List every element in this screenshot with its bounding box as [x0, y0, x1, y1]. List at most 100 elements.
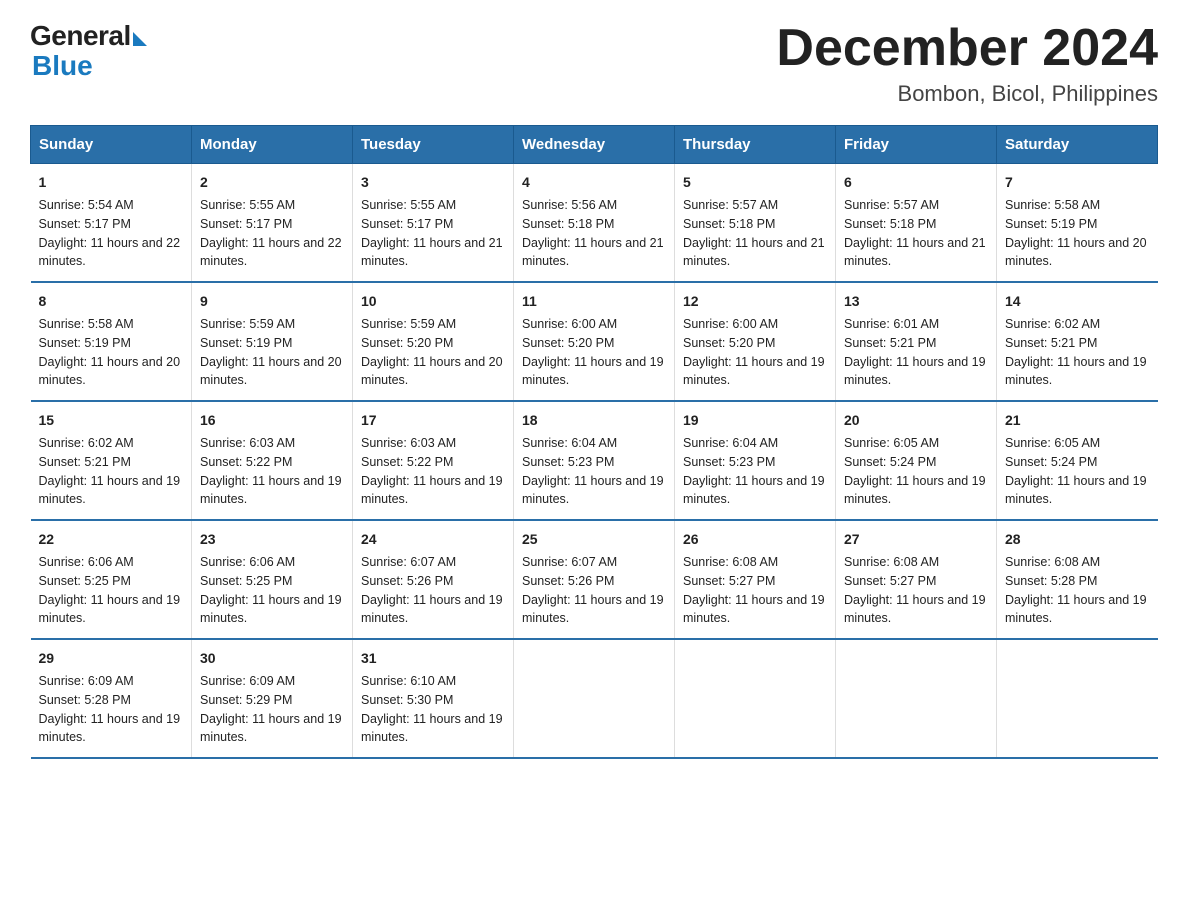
day-info: Sunrise: 5:58 AMSunset: 5:19 PMDaylight:…: [1005, 198, 1147, 268]
day-info: Sunrise: 6:10 AMSunset: 5:30 PMDaylight:…: [361, 674, 503, 744]
calendar-cell: 13 Sunrise: 6:01 AMSunset: 5:21 PMDaylig…: [836, 282, 997, 401]
calendar-week-5: 29 Sunrise: 6:09 AMSunset: 5:28 PMDaylig…: [31, 639, 1158, 758]
calendar-cell: 20 Sunrise: 6:05 AMSunset: 5:24 PMDaylig…: [836, 401, 997, 520]
day-number: 11: [522, 291, 666, 312]
calendar-cell: 30 Sunrise: 6:09 AMSunset: 5:29 PMDaylig…: [192, 639, 353, 758]
day-number: 28: [1005, 529, 1150, 550]
calendar-cell: [836, 639, 997, 758]
day-info: Sunrise: 6:01 AMSunset: 5:21 PMDaylight:…: [844, 317, 986, 387]
day-info: Sunrise: 6:02 AMSunset: 5:21 PMDaylight:…: [39, 436, 181, 506]
calendar-cell: 12 Sunrise: 6:00 AMSunset: 5:20 PMDaylig…: [675, 282, 836, 401]
calendar-cell: 23 Sunrise: 6:06 AMSunset: 5:25 PMDaylig…: [192, 520, 353, 639]
calendar-cell: 17 Sunrise: 6:03 AMSunset: 5:22 PMDaylig…: [353, 401, 514, 520]
day-info: Sunrise: 6:04 AMSunset: 5:23 PMDaylight:…: [522, 436, 664, 506]
header-friday: Friday: [836, 126, 997, 164]
day-number: 4: [522, 172, 666, 193]
day-info: Sunrise: 6:05 AMSunset: 5:24 PMDaylight:…: [1005, 436, 1147, 506]
header-thursday: Thursday: [675, 126, 836, 164]
calendar-week-2: 8 Sunrise: 5:58 AMSunset: 5:19 PMDayligh…: [31, 282, 1158, 401]
calendar-cell: 7 Sunrise: 5:58 AMSunset: 5:19 PMDayligh…: [997, 164, 1158, 283]
calendar-cell: 2 Sunrise: 5:55 AMSunset: 5:17 PMDayligh…: [192, 164, 353, 283]
calendar-cell: 27 Sunrise: 6:08 AMSunset: 5:27 PMDaylig…: [836, 520, 997, 639]
calendar-cell: [514, 639, 675, 758]
calendar-cell: 11 Sunrise: 6:00 AMSunset: 5:20 PMDaylig…: [514, 282, 675, 401]
calendar-cell: 25 Sunrise: 6:07 AMSunset: 5:26 PMDaylig…: [514, 520, 675, 639]
calendar-cell: [675, 639, 836, 758]
day-info: Sunrise: 5:54 AMSunset: 5:17 PMDaylight:…: [39, 198, 181, 268]
day-number: 19: [683, 410, 827, 431]
day-info: Sunrise: 6:08 AMSunset: 5:27 PMDaylight:…: [844, 555, 986, 625]
calendar-cell: 21 Sunrise: 6:05 AMSunset: 5:24 PMDaylig…: [997, 401, 1158, 520]
day-number: 13: [844, 291, 988, 312]
calendar-cell: 10 Sunrise: 5:59 AMSunset: 5:20 PMDaylig…: [353, 282, 514, 401]
header-tuesday: Tuesday: [353, 126, 514, 164]
calendar-week-1: 1 Sunrise: 5:54 AMSunset: 5:17 PMDayligh…: [31, 164, 1158, 283]
calendar-week-4: 22 Sunrise: 6:06 AMSunset: 5:25 PMDaylig…: [31, 520, 1158, 639]
day-info: Sunrise: 6:00 AMSunset: 5:20 PMDaylight:…: [683, 317, 825, 387]
day-info: Sunrise: 5:58 AMSunset: 5:19 PMDaylight:…: [39, 317, 181, 387]
day-number: 27: [844, 529, 988, 550]
day-info: Sunrise: 6:06 AMSunset: 5:25 PMDaylight:…: [200, 555, 342, 625]
calendar-week-3: 15 Sunrise: 6:02 AMSunset: 5:21 PMDaylig…: [31, 401, 1158, 520]
day-info: Sunrise: 6:04 AMSunset: 5:23 PMDaylight:…: [683, 436, 825, 506]
calendar-cell: 9 Sunrise: 5:59 AMSunset: 5:19 PMDayligh…: [192, 282, 353, 401]
day-number: 30: [200, 648, 344, 669]
day-info: Sunrise: 5:56 AMSunset: 5:18 PMDaylight:…: [522, 198, 664, 268]
calendar-cell: 14 Sunrise: 6:02 AMSunset: 5:21 PMDaylig…: [997, 282, 1158, 401]
day-info: Sunrise: 5:59 AMSunset: 5:19 PMDaylight:…: [200, 317, 342, 387]
day-number: 24: [361, 529, 505, 550]
calendar-header-row: SundayMondayTuesdayWednesdayThursdayFrid…: [31, 126, 1158, 164]
calendar-cell: 1 Sunrise: 5:54 AMSunset: 5:17 PMDayligh…: [31, 164, 192, 283]
calendar-cell: 3 Sunrise: 5:55 AMSunset: 5:17 PMDayligh…: [353, 164, 514, 283]
calendar-cell: 28 Sunrise: 6:08 AMSunset: 5:28 PMDaylig…: [997, 520, 1158, 639]
calendar-cell: 6 Sunrise: 5:57 AMSunset: 5:18 PMDayligh…: [836, 164, 997, 283]
day-info: Sunrise: 6:05 AMSunset: 5:24 PMDaylight:…: [844, 436, 986, 506]
calendar-cell: 18 Sunrise: 6:04 AMSunset: 5:23 PMDaylig…: [514, 401, 675, 520]
day-info: Sunrise: 6:07 AMSunset: 5:26 PMDaylight:…: [522, 555, 664, 625]
day-number: 23: [200, 529, 344, 550]
day-info: Sunrise: 5:55 AMSunset: 5:17 PMDaylight:…: [361, 198, 503, 268]
day-info: Sunrise: 6:09 AMSunset: 5:29 PMDaylight:…: [200, 674, 342, 744]
calendar-cell: 19 Sunrise: 6:04 AMSunset: 5:23 PMDaylig…: [675, 401, 836, 520]
day-number: 14: [1005, 291, 1150, 312]
day-number: 10: [361, 291, 505, 312]
header-wednesday: Wednesday: [514, 126, 675, 164]
day-info: Sunrise: 6:03 AMSunset: 5:22 PMDaylight:…: [200, 436, 342, 506]
day-number: 15: [39, 410, 184, 431]
day-number: 26: [683, 529, 827, 550]
day-number: 20: [844, 410, 988, 431]
main-title: December 2024: [776, 20, 1158, 77]
header-monday: Monday: [192, 126, 353, 164]
day-number: 9: [200, 291, 344, 312]
day-number: 1: [39, 172, 184, 193]
calendar-cell: 26 Sunrise: 6:08 AMSunset: 5:27 PMDaylig…: [675, 520, 836, 639]
day-info: Sunrise: 5:55 AMSunset: 5:17 PMDaylight:…: [200, 198, 342, 268]
day-number: 18: [522, 410, 666, 431]
calendar-cell: 22 Sunrise: 6:06 AMSunset: 5:25 PMDaylig…: [31, 520, 192, 639]
day-info: Sunrise: 5:59 AMSunset: 5:20 PMDaylight:…: [361, 317, 503, 387]
day-number: 12: [683, 291, 827, 312]
calendar-table: SundayMondayTuesdayWednesdayThursdayFrid…: [30, 125, 1158, 759]
day-number: 3: [361, 172, 505, 193]
calendar-cell: 31 Sunrise: 6:10 AMSunset: 5:30 PMDaylig…: [353, 639, 514, 758]
calendar-cell: [997, 639, 1158, 758]
subtitle: Bombon, Bicol, Philippines: [776, 81, 1158, 107]
day-info: Sunrise: 6:08 AMSunset: 5:27 PMDaylight:…: [683, 555, 825, 625]
header-saturday: Saturday: [997, 126, 1158, 164]
day-info: Sunrise: 6:00 AMSunset: 5:20 PMDaylight:…: [522, 317, 664, 387]
calendar-cell: 15 Sunrise: 6:02 AMSunset: 5:21 PMDaylig…: [31, 401, 192, 520]
day-number: 25: [522, 529, 666, 550]
day-number: 7: [1005, 172, 1150, 193]
day-info: Sunrise: 5:57 AMSunset: 5:18 PMDaylight:…: [683, 198, 825, 268]
header-sunday: Sunday: [31, 126, 192, 164]
day-number: 2: [200, 172, 344, 193]
day-number: 17: [361, 410, 505, 431]
logo-general-text: General: [30, 20, 131, 52]
day-info: Sunrise: 6:03 AMSunset: 5:22 PMDaylight:…: [361, 436, 503, 506]
day-number: 31: [361, 648, 505, 669]
calendar-cell: 16 Sunrise: 6:03 AMSunset: 5:22 PMDaylig…: [192, 401, 353, 520]
day-number: 16: [200, 410, 344, 431]
calendar-cell: 24 Sunrise: 6:07 AMSunset: 5:26 PMDaylig…: [353, 520, 514, 639]
logo-arrow-icon: [133, 32, 147, 46]
day-info: Sunrise: 6:06 AMSunset: 5:25 PMDaylight:…: [39, 555, 181, 625]
